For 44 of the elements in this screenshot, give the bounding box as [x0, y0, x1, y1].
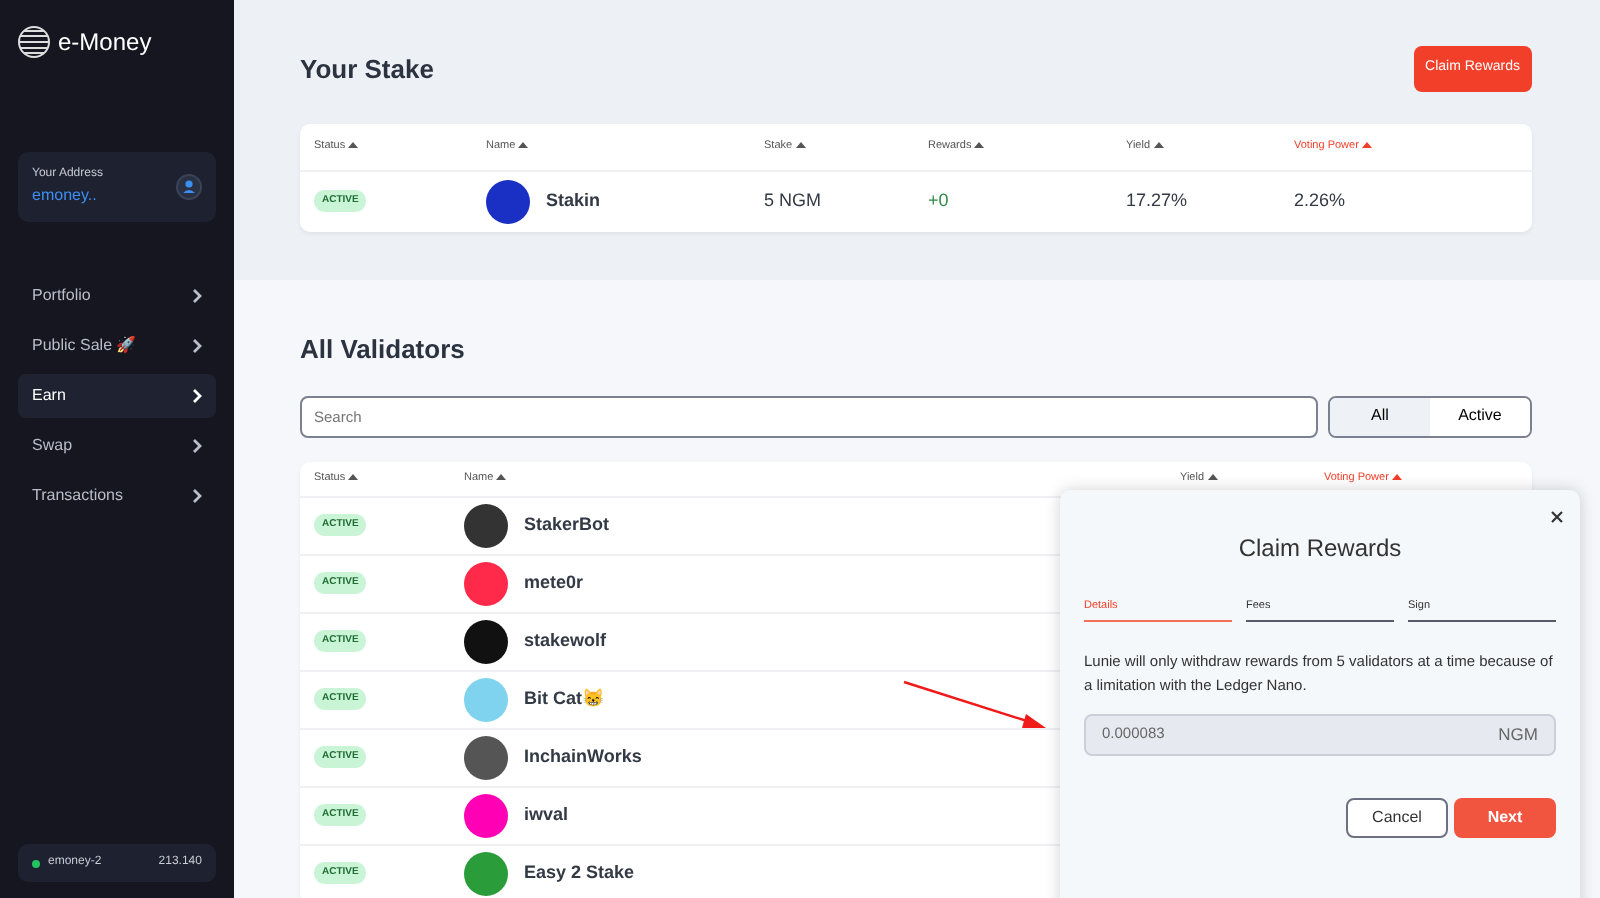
sort-arrow-icon — [1207, 472, 1218, 481]
filter-button[interactable]: All — [1330, 397, 1430, 435]
cancel-button[interactable]: Cancel — [1346, 797, 1448, 837]
validator-name[interactable]: Stakin — [546, 187, 601, 215]
filter-button[interactable]: Active — [1430, 397, 1530, 435]
yield-value: 17.27% — [1126, 187, 1190, 214]
sort-arrow-icon — [1361, 140, 1372, 149]
sort-arrow-icon — [795, 140, 806, 149]
nav-item[interactable]: Earn — [18, 374, 216, 418]
nav-item[interactable]: Portfolio — [18, 274, 216, 318]
chevron-right-icon — [192, 388, 202, 404]
chevron-right-icon — [192, 438, 202, 454]
section-title: All Validators — [300, 332, 467, 368]
globe-logo-icon — [18, 26, 50, 58]
chevron-right-icon — [192, 338, 202, 354]
validator-name[interactable]: stakewolf — [524, 627, 607, 655]
validator-name[interactable]: InchainWorks — [524, 743, 642, 771]
sort-arrow-icon — [348, 472, 359, 481]
address-value: emoney.. — [32, 184, 99, 208]
validator-name[interactable]: mete0r — [524, 569, 584, 597]
nav-item[interactable]: Public Sale 🚀 — [18, 324, 216, 368]
stake-amount: 5 NGM — [764, 187, 824, 214]
chevron-right-icon — [192, 288, 202, 304]
sort-arrow-icon — [1391, 472, 1402, 481]
nav-item[interactable]: Swap — [18, 424, 216, 468]
validator-name[interactable]: StakerBot — [524, 511, 610, 539]
sort-arrow-icon — [518, 140, 529, 149]
validator-name[interactable]: Easy 2 Stake — [524, 859, 635, 887]
nav-item[interactable]: Transactions — [18, 474, 216, 518]
sort-arrow-icon — [496, 472, 507, 481]
user-icon — [176, 174, 202, 200]
validator-name[interactable]: Bit Cat😸 — [524, 685, 604, 713]
section-title: Your Stake — [300, 51, 434, 87]
logo-text: e-Money — [58, 26, 152, 60]
validator-name[interactable]: iwval — [524, 801, 569, 829]
chevron-right-icon — [192, 488, 202, 504]
rewards-amount: +0 — [928, 187, 951, 214]
dialog-title: Claim Rewards — [1236, 532, 1404, 566]
voting-power-value: 2.26% — [1294, 187, 1348, 214]
annotation-arrow — [902, 680, 1046, 730]
sort-arrow-icon — [974, 140, 985, 149]
sort-arrow-icon — [348, 140, 359, 149]
close-button[interactable] — [1550, 510, 1564, 524]
sort-arrow-icon — [1153, 140, 1164, 149]
